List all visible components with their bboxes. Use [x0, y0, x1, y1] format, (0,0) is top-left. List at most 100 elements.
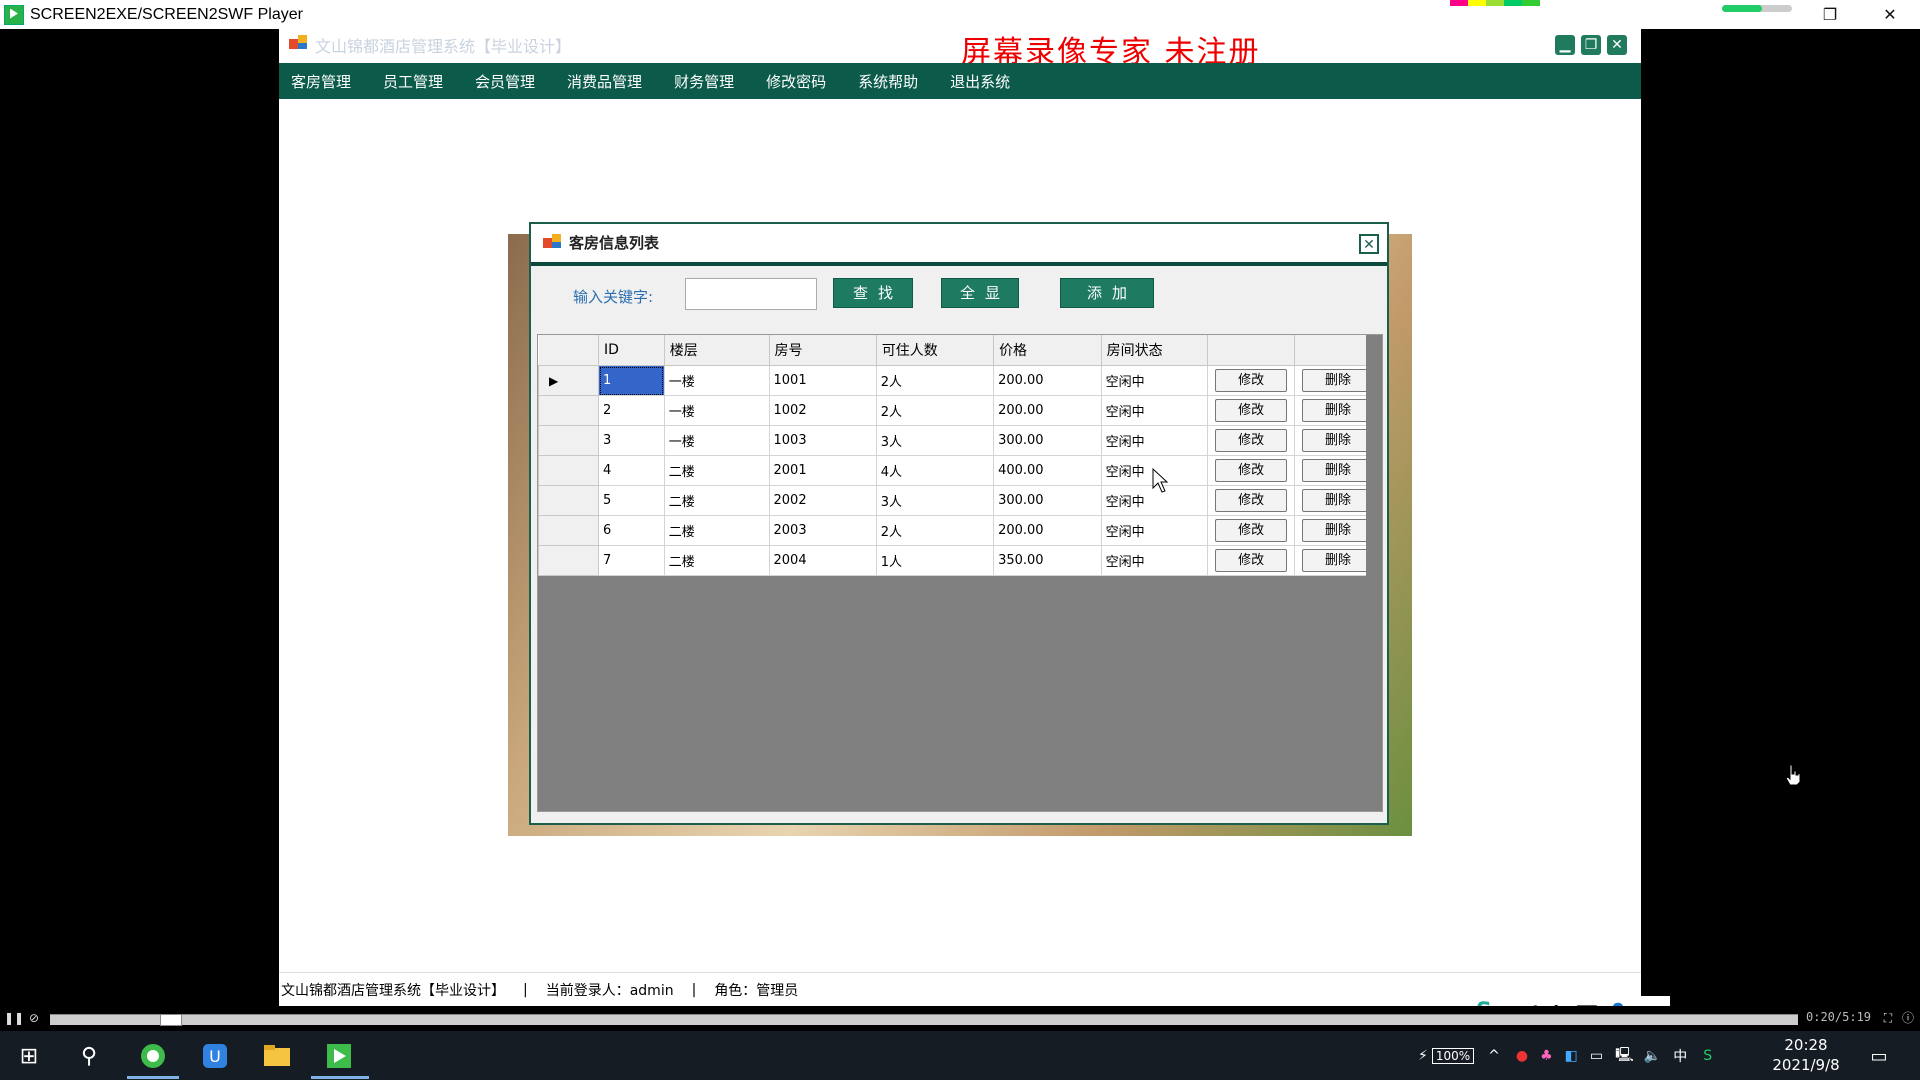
cell-price[interactable]: 400.00 — [993, 455, 1102, 486]
row-header[interactable] — [538, 515, 599, 546]
edit-button[interactable]: 修改 — [1215, 459, 1288, 482]
cell-id[interactable]: 1 — [598, 365, 665, 396]
row-header[interactable] — [538, 455, 599, 486]
app-minimize-button[interactable]: ▁ — [1555, 35, 1575, 55]
delete-button[interactable]: 删除 — [1302, 519, 1375, 542]
app-restore-button[interactable]: ❐ — [1581, 35, 1601, 55]
cell-floor[interactable]: 二楼 — [663, 545, 770, 576]
cell-status[interactable]: 空闲中 — [1100, 365, 1209, 396]
edit-button[interactable]: 修改 — [1215, 519, 1288, 542]
column-header-capacity[interactable]: 可住人数 — [876, 335, 995, 366]
table-row[interactable]: 3 一楼 1003 3人 300.00 空闲中 修改 删除 — [538, 425, 1382, 456]
menu-member-management[interactable]: 会员管理 — [471, 71, 539, 92]
table-row[interactable]: 6 二楼 2003 2人 200.00 空闲中 修改 删除 — [538, 515, 1382, 546]
start-icon[interactable]: ⊞ — [12, 1039, 46, 1073]
cell-floor[interactable]: 一楼 — [663, 395, 770, 426]
delete-button[interactable]: 删除 — [1302, 399, 1375, 422]
tray-battery-icon[interactable]: ▭ — [1590, 1048, 1603, 1064]
add-button[interactable]: 添加 — [1060, 278, 1154, 308]
menu-room-management[interactable]: 客房管理 — [287, 71, 355, 92]
player-restore-button[interactable]: ❐ — [1800, 0, 1860, 29]
file-explorer-icon[interactable] — [260, 1039, 294, 1073]
cell-price[interactable]: 200.00 — [993, 365, 1102, 396]
table-row[interactable]: ▶ 1 一楼 1001 2人 200.00 空闲中 修改 删除 — [538, 365, 1382, 396]
tray-network-app-icon[interactable]: ◧ — [1565, 1048, 1578, 1064]
cell-price[interactable]: 200.00 — [993, 515, 1102, 546]
browser-icon[interactable] — [136, 1039, 170, 1073]
screen-player-taskbar-icon[interactable] — [322, 1039, 356, 1073]
cell-room-number[interactable]: 1003 — [768, 425, 877, 456]
cell-room-number[interactable]: 2004 — [768, 545, 877, 576]
delete-button[interactable]: 删除 — [1302, 489, 1375, 512]
search-icon[interactable]: ⚲ — [72, 1039, 106, 1073]
cell-floor[interactable]: 一楼 — [663, 365, 770, 396]
notification-center-icon[interactable]: ▭ — [1862, 1039, 1896, 1073]
menu-consumables-management[interactable]: 消费品管理 — [563, 71, 646, 92]
stop-icon[interactable]: ⊘ — [26, 1010, 42, 1026]
cell-floor[interactable]: 二楼 — [663, 455, 770, 486]
cell-room-number[interactable]: 2002 — [768, 485, 877, 516]
cell-status[interactable]: 空闲中 — [1100, 425, 1209, 456]
cell-capacity[interactable]: 4人 — [875, 455, 995, 486]
fullscreen-icon[interactable]: ⛶ — [1880, 1010, 1896, 1026]
edit-button[interactable]: 修改 — [1215, 399, 1288, 422]
column-header-id[interactable]: ID — [598, 335, 665, 366]
volume-icon[interactable]: 🔈 — [1644, 1048, 1661, 1064]
cell-id[interactable]: 5 — [598, 485, 665, 516]
column-header-room[interactable]: 房号 — [769, 335, 877, 366]
menu-exit-system[interactable]: 退出系统 — [946, 71, 1014, 92]
cell-capacity[interactable]: 2人 — [875, 395, 995, 426]
network-icon[interactable]: 🖳 — [1615, 1044, 1634, 1068]
cell-price[interactable]: 200.00 — [993, 395, 1102, 426]
cell-floor[interactable]: 二楼 — [663, 515, 770, 546]
edit-button[interactable]: 修改 — [1215, 489, 1288, 512]
cell-price[interactable]: 300.00 — [993, 485, 1102, 516]
edit-button[interactable]: 修改 — [1215, 549, 1288, 572]
keyword-search-input[interactable] — [685, 278, 817, 310]
cell-price[interactable]: 350.00 — [993, 545, 1102, 576]
taskbar-clock[interactable]: 20:28 2021/9/8 — [1766, 1035, 1846, 1075]
cell-id[interactable]: 2 — [598, 395, 665, 426]
row-header[interactable] — [538, 485, 599, 516]
grid-vertical-scrollbar[interactable] — [1366, 335, 1382, 811]
pause-icon[interactable]: ❚❚ — [4, 1010, 24, 1026]
menu-finance-management[interactable]: 财务管理 — [670, 71, 738, 92]
menu-change-password[interactable]: 修改密码 — [762, 71, 830, 92]
player-close-button[interactable]: ✕ — [1860, 0, 1920, 29]
cell-floor[interactable]: 一楼 — [663, 425, 770, 456]
delete-button[interactable]: 删除 — [1302, 459, 1375, 482]
find-button[interactable]: 查找 — [833, 278, 913, 308]
cell-floor[interactable]: 二楼 — [663, 485, 770, 516]
table-row[interactable]: 5 二楼 2002 3人 300.00 空闲中 修改 删除 — [538, 485, 1382, 516]
cell-id[interactable]: 7 — [598, 545, 665, 576]
cell-room-number[interactable]: 1002 — [768, 395, 877, 426]
delete-button[interactable]: 删除 — [1302, 549, 1375, 572]
tray-qq-icon[interactable]: ♣ — [1540, 1048, 1553, 1064]
edit-button[interactable]: 修改 — [1215, 369, 1288, 392]
battery-indicator[interactable]: 100% — [1431, 1047, 1475, 1064]
column-header-price[interactable]: 价格 — [993, 335, 1102, 366]
info-icon[interactable]: ⓘ — [1900, 1010, 1916, 1026]
cell-capacity[interactable]: 3人 — [875, 425, 995, 456]
row-header[interactable]: ▶ — [538, 365, 599, 396]
table-row[interactable]: 2 一楼 1002 2人 200.00 空闲中 修改 删除 — [538, 395, 1382, 426]
cell-status[interactable]: 空闲中 — [1100, 395, 1209, 426]
cell-status[interactable]: 空闲中 — [1100, 545, 1209, 576]
cell-id[interactable]: 6 — [598, 515, 665, 546]
cell-room-number[interactable]: 2001 — [768, 455, 877, 486]
playback-seek-bar[interactable] — [50, 1014, 1798, 1026]
row-header[interactable] — [538, 545, 599, 576]
cell-room-number[interactable]: 2003 — [768, 515, 877, 546]
column-header-floor[interactable]: 楼层 — [664, 335, 770, 366]
edit-button[interactable]: 修改 — [1215, 429, 1288, 452]
menu-staff-management[interactable]: 员工管理 — [379, 71, 447, 92]
row-header[interactable] — [538, 395, 599, 426]
cell-capacity[interactable]: 2人 — [875, 515, 995, 546]
cell-id[interactable]: 3 — [598, 425, 665, 456]
room-data-grid[interactable]: ID 楼层 房号 可住人数 价格 房间状态 ▶ 1 一楼 1001 2人 200.00 空闲… — [537, 334, 1383, 812]
seek-handle[interactable] — [160, 1014, 182, 1026]
cell-status[interactable]: 空闲中 — [1100, 515, 1209, 546]
tray-expand-icon[interactable]: ^ — [1488, 1048, 1500, 1064]
cell-price[interactable]: 300.00 — [993, 425, 1102, 456]
input-language-indicator[interactable]: 中 — [1673, 1046, 1687, 1066]
